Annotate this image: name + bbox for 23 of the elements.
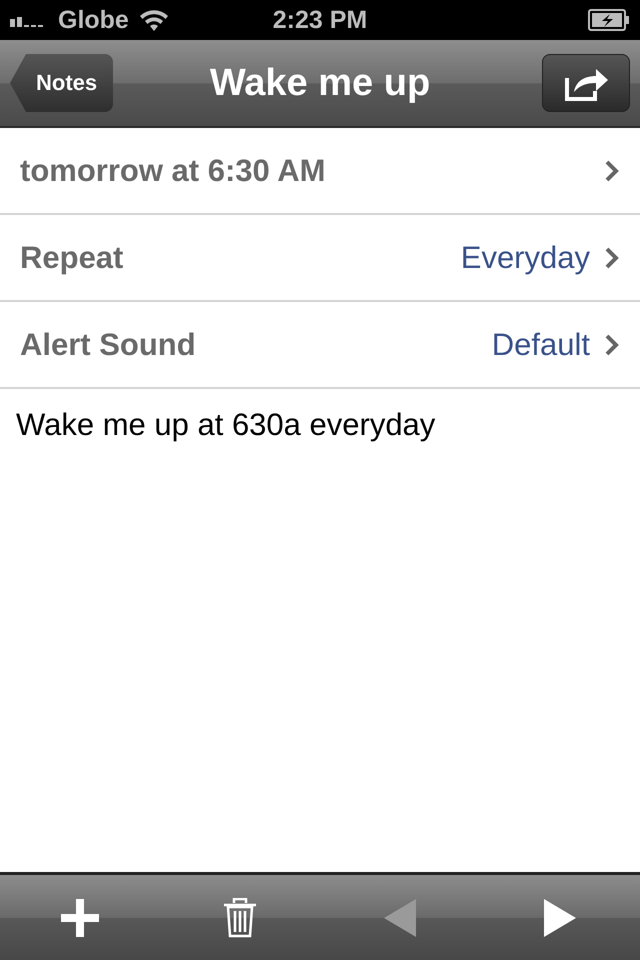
carrier-name: Globe (58, 6, 129, 34)
settings-row[interactable]: tomorrow at 6:30 AM (0, 128, 640, 215)
row-value: Default (492, 326, 590, 362)
row-label: Alert Sound (20, 326, 197, 362)
chevron-icon (604, 332, 620, 356)
row-value: Everyday (460, 240, 590, 276)
status-time: 2:23 PM (272, 6, 368, 34)
chevron-icon (604, 158, 620, 182)
wifi-icon (138, 9, 169, 31)
share-button[interactable] (542, 54, 630, 112)
right-triangle-icon (544, 898, 576, 936)
left-triangle-icon (384, 898, 416, 936)
row-label: tomorrow at 6:30 AM (20, 152, 326, 188)
nav-title: Wake me up (210, 62, 430, 104)
note-text: Wake me up at 630a everyday (16, 407, 436, 442)
back-button[interactable]: Notes (10, 54, 114, 112)
plus-icon (61, 898, 99, 936)
chevron-icon (604, 246, 620, 270)
settings-row[interactable]: Alert Sound Default (0, 302, 640, 389)
settings-row[interactable]: Repeat Everyday (0, 215, 640, 302)
trash-icon (223, 898, 257, 938)
battery-icon (588, 9, 630, 31)
row-label: Repeat (20, 240, 124, 276)
